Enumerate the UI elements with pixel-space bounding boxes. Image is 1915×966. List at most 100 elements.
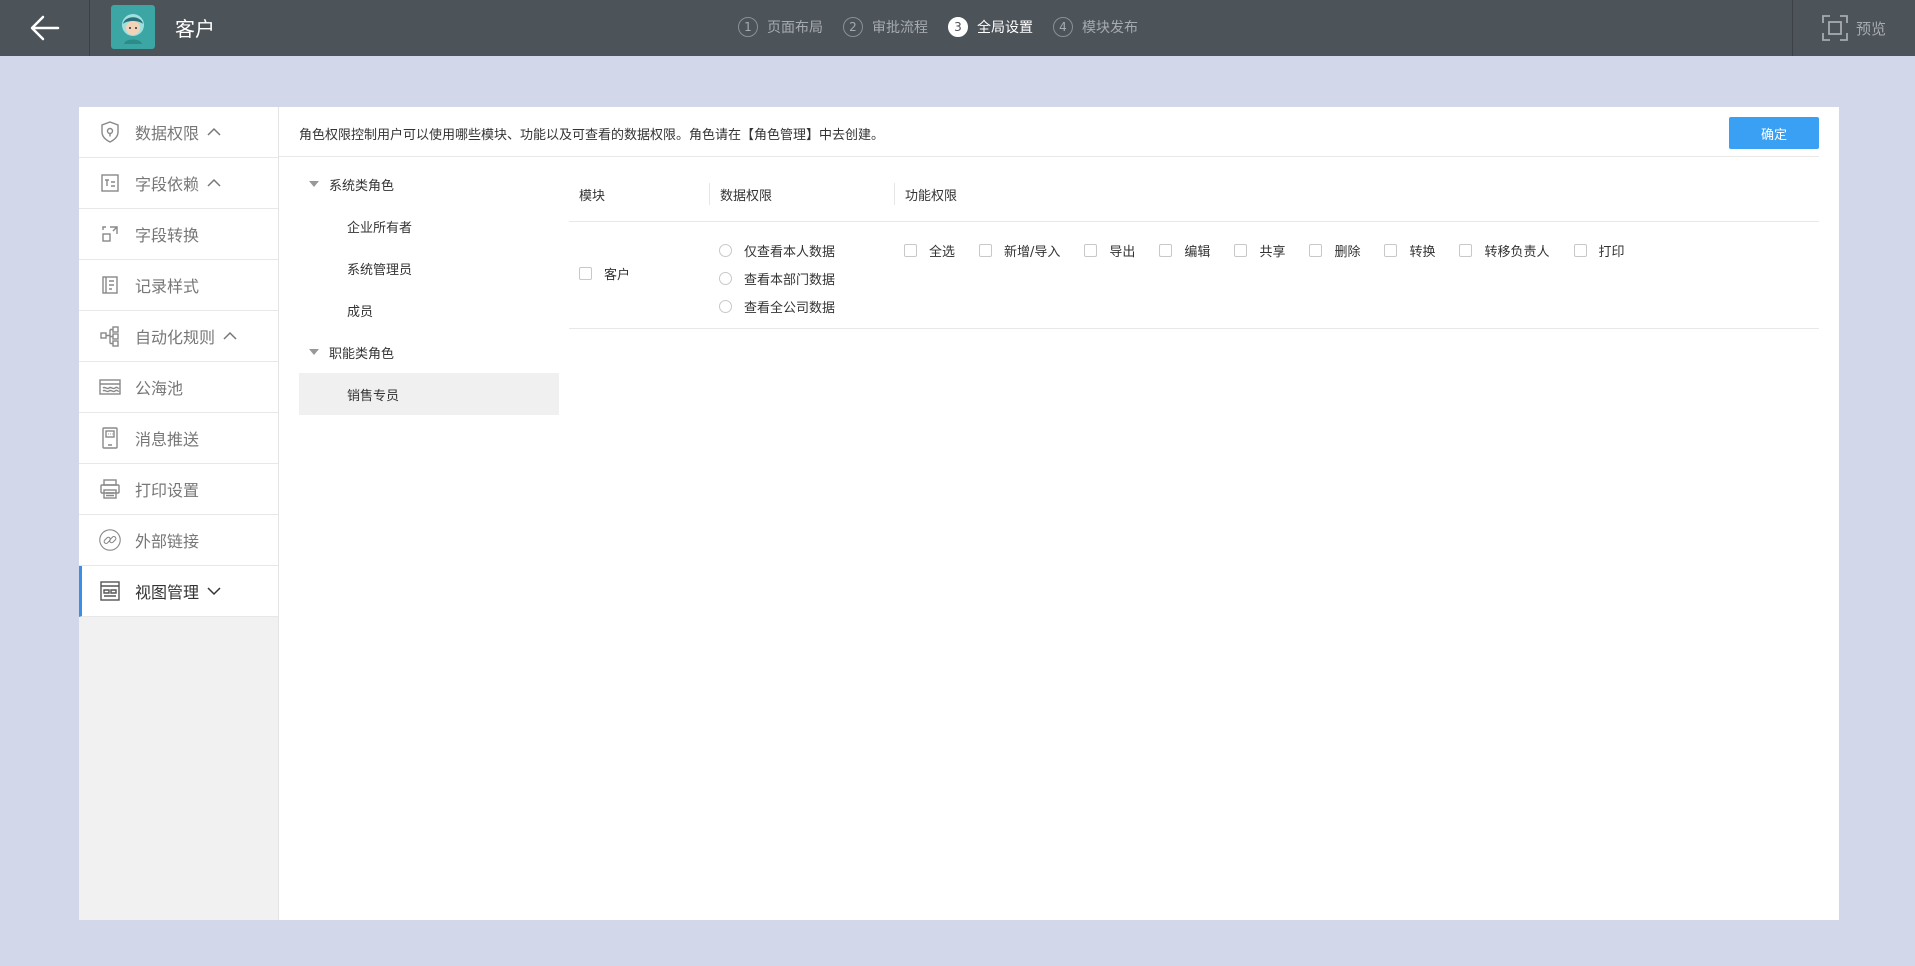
sidebar-item-field-dependency[interactable]: 字段依赖 <box>79 158 278 209</box>
header-module: 模块 <box>579 188 606 204</box>
sidebar-item-label: 打印设置 <box>135 481 200 500</box>
sidebar-item-label: 外部链接 <box>135 532 200 551</box>
step-label: 审批流程 <box>872 20 928 36</box>
confirm-button[interactable]: 确定 <box>1729 117 1819 149</box>
top-bar: 客户 1 页面布局 2 审批流程 3 全局设置 4 模块发布 预览 <box>0 0 1915 56</box>
step-nav: 1 页面布局 2 审批流程 3 全局设置 4 模块发布 <box>738 16 1158 38</box>
checkbox[interactable] <box>1159 243 1173 257</box>
option-label: 转换 <box>1409 244 1436 260</box>
role-item-selected[interactable]: 销售专员 <box>299 373 559 415</box>
role-tree: 系统类角色 企业所有者 系统管理员 成员 职能类角色 销售专员 <box>299 163 559 415</box>
step-number: 4 <box>1053 17 1073 37</box>
sidebar-item-public-pool[interactable]: 公海池 <box>79 362 278 413</box>
step-page-layout[interactable]: 1 页面布局 <box>738 17 823 37</box>
arrow-left-icon <box>30 15 59 41</box>
sidebar-item-automation[interactable]: 自动化规则 <box>79 311 278 362</box>
option-label: 共享 <box>1259 244 1286 260</box>
back-button[interactable] <box>0 0 90 56</box>
sidebar-item-label: 视图管理 <box>135 583 200 602</box>
content-area: 角色权限控制用户可以使用哪些模块、功能以及可查看的数据权限。角色请在【角色管理】… <box>279 107 1839 920</box>
sidebar-item-label: 消息推送 <box>135 430 200 449</box>
func-option-convert[interactable]: 转换 <box>1384 236 1435 264</box>
sidebar-item-label: 字段依赖 <box>135 175 200 194</box>
fullscreen-icon <box>1822 15 1848 41</box>
step-module-publish[interactable]: 4 模块发布 <box>1053 17 1138 37</box>
role-item[interactable]: 系统管理员 <box>299 247 559 289</box>
func-option-transfer-owner[interactable]: 转移负责人 <box>1459 236 1550 264</box>
role-group-functional[interactable]: 职能类角色 <box>299 331 559 373</box>
step-label: 模块发布 <box>1082 20 1138 36</box>
option-label: 打印 <box>1598 244 1625 260</box>
checkbox[interactable] <box>1459 243 1473 257</box>
checkbox[interactable] <box>904 243 917 257</box>
chevron-up-icon <box>207 127 221 136</box>
func-option-delete[interactable]: 删除 <box>1309 236 1360 264</box>
step-label: 页面布局 <box>767 20 823 36</box>
permission-description: 角色权限控制用户可以使用哪些模块、功能以及可查看的数据权限。角色请在【角色管理】… <box>299 128 885 143</box>
role-group-label: 系统类角色 <box>329 178 395 194</box>
description-bar: 角色权限控制用户可以使用哪些模块、功能以及可查看的数据权限。角色请在【角色管理】… <box>279 107 1819 157</box>
shield-icon <box>101 121 119 143</box>
option-label: 全选 <box>929 244 956 260</box>
preview-label: 预览 <box>1855 19 1886 38</box>
checkbox[interactable] <box>1384 243 1398 257</box>
sidebar-item-external-link[interactable]: 外部链接 <box>79 515 278 566</box>
data-option-department[interactable]: 查看本部门数据 <box>719 264 835 292</box>
checkbox[interactable] <box>1084 243 1098 257</box>
data-option-self[interactable]: 仅查看本人数据 <box>719 236 835 264</box>
sidebar-item-label: 数据权限 <box>135 124 200 143</box>
data-option-company[interactable]: 查看全公司数据 <box>719 292 835 320</box>
func-option-share[interactable]: 共享 <box>1234 236 1285 264</box>
func-option-edit[interactable]: 编辑 <box>1159 236 1210 264</box>
option-label: 删除 <box>1334 244 1361 260</box>
sidebar-item-data-permission[interactable]: 数据权限 <box>79 107 278 158</box>
step-number: 2 <box>843 17 863 37</box>
role-group-system[interactable]: 系统类角色 <box>299 163 559 205</box>
func-option-select-all[interactable]: 全选 <box>904 236 955 264</box>
checkbox[interactable] <box>1234 243 1248 257</box>
option-label: 查看全公司数据 <box>744 300 836 316</box>
step-global-settings[interactable]: 3 全局设置 <box>948 17 1033 37</box>
pool-icon <box>99 379 121 395</box>
option-label: 查看本部门数据 <box>744 272 836 288</box>
module-label: 客户 <box>604 268 631 283</box>
sidebar-item-field-convert[interactable]: 字段转换 <box>79 209 278 260</box>
radio[interactable] <box>719 271 732 285</box>
record-style-icon <box>102 276 118 294</box>
automation-icon <box>100 326 119 347</box>
message-icon <box>102 427 118 449</box>
caret-down-icon <box>309 349 319 355</box>
sidebar-item-view-management[interactable]: 视图管理 <box>79 566 278 617</box>
field-convert-icon <box>102 226 118 242</box>
sidebar-item-message-push[interactable]: 消息推送 <box>79 413 278 464</box>
app-title: 客户 <box>175 17 215 41</box>
sidebar-item-label: 自动化规则 <box>135 328 216 347</box>
func-option-export[interactable]: 导出 <box>1084 236 1135 264</box>
chevron-up-icon <box>207 178 221 187</box>
checkbox[interactable] <box>979 243 993 257</box>
checkbox[interactable] <box>1309 243 1323 257</box>
permission-table-header: 模块 数据权限 功能权限 <box>569 167 1819 222</box>
module-checkbox[interactable]: 客户 <box>579 264 630 283</box>
func-option-print[interactable]: 打印 <box>1573 236 1625 264</box>
checkbox[interactable] <box>1573 243 1587 257</box>
printer-icon <box>100 479 120 499</box>
settings-sidebar: 数据权限 字段依赖 字段转换 记录样式 自动化规则 公海池 消息推送 打印设置 … <box>79 107 279 920</box>
preview-button[interactable]: 预览 <box>1792 0 1915 56</box>
role-item[interactable]: 成员 <box>299 289 559 331</box>
role-item[interactable]: 企业所有者 <box>299 205 559 247</box>
customer-icon <box>122 14 144 44</box>
option-label: 仅查看本人数据 <box>744 244 836 260</box>
view-icon <box>100 581 120 601</box>
permission-table: 模块 数据权限 功能权限 客户 仅查看本人数据 查看本部门数据 查看全公司数据 … <box>569 167 1819 329</box>
sidebar-item-print-settings[interactable]: 打印设置 <box>79 464 278 515</box>
function-permission-options: 全选 新增/导入 导出 编辑 共享 删除 转换 转移负责人 打印 <box>904 236 1649 264</box>
radio[interactable] <box>719 243 732 257</box>
func-option-add-import[interactable]: 新增/导入 <box>979 236 1060 264</box>
step-approval-flow[interactable]: 2 审批流程 <box>843 17 928 37</box>
app-avatar <box>111 5 155 49</box>
checkbox[interactable] <box>579 267 592 280</box>
radio[interactable] <box>719 299 732 313</box>
sidebar-item-label: 公海池 <box>135 379 184 398</box>
sidebar-item-record-style[interactable]: 记录样式 <box>79 260 278 311</box>
